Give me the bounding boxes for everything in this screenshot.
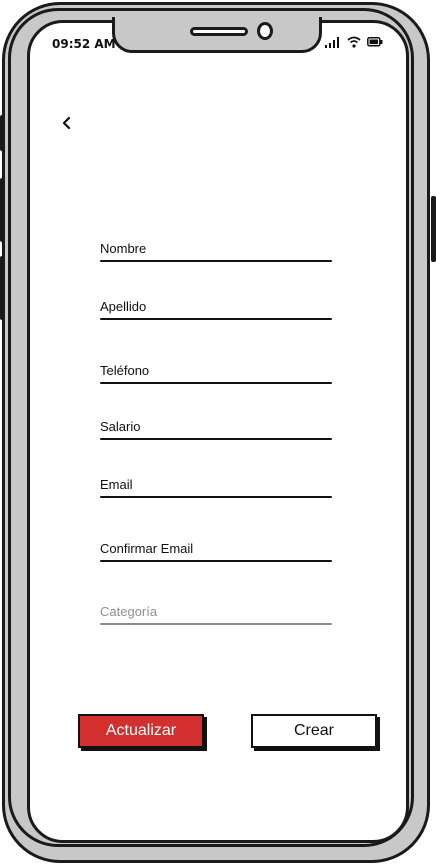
salario-label: Salario [100, 419, 141, 434]
categoria-placeholder: Categoría [100, 604, 158, 619]
telefono-field[interactable]: Teléfono [100, 363, 332, 387]
battery-icon [367, 37, 383, 47]
telefono-label: Teléfono [100, 363, 150, 378]
field-underline [100, 318, 332, 320]
back-button[interactable] [57, 112, 79, 134]
create-button[interactable]: Crear [251, 714, 377, 748]
field-underline [100, 260, 332, 262]
email-label: Email [100, 477, 133, 492]
apellido-label: Apellido [100, 299, 147, 314]
confirm-email-label: Confirmar Email [100, 541, 194, 556]
front-camera [257, 22, 273, 40]
nombre-field[interactable]: Nombre [100, 241, 332, 265]
email-field[interactable]: Email [100, 477, 332, 501]
status-icons [325, 36, 383, 48]
speaker-grille [190, 27, 248, 36]
salario-field[interactable]: Salario [100, 419, 332, 443]
field-underline [100, 623, 332, 625]
field-underline [100, 560, 332, 562]
nombre-label: Nombre [100, 241, 147, 256]
categoria-field[interactable]: Categoría [100, 604, 332, 628]
field-underline [100, 496, 332, 498]
field-underline [100, 438, 332, 440]
wifi-icon [347, 36, 361, 48]
field-underline [100, 382, 332, 384]
side-button [0, 256, 5, 320]
status-time: 09:52 AM [52, 37, 116, 51]
confirm-email-field[interactable]: Confirmar Email [100, 541, 332, 565]
side-button [0, 115, 5, 151]
update-button[interactable]: Actualizar [78, 714, 204, 748]
side-button [0, 178, 5, 242]
side-button [431, 196, 436, 262]
chevron-left-icon [62, 116, 71, 130]
apellido-field[interactable]: Apellido [100, 299, 332, 323]
signal-icon [325, 37, 339, 48]
